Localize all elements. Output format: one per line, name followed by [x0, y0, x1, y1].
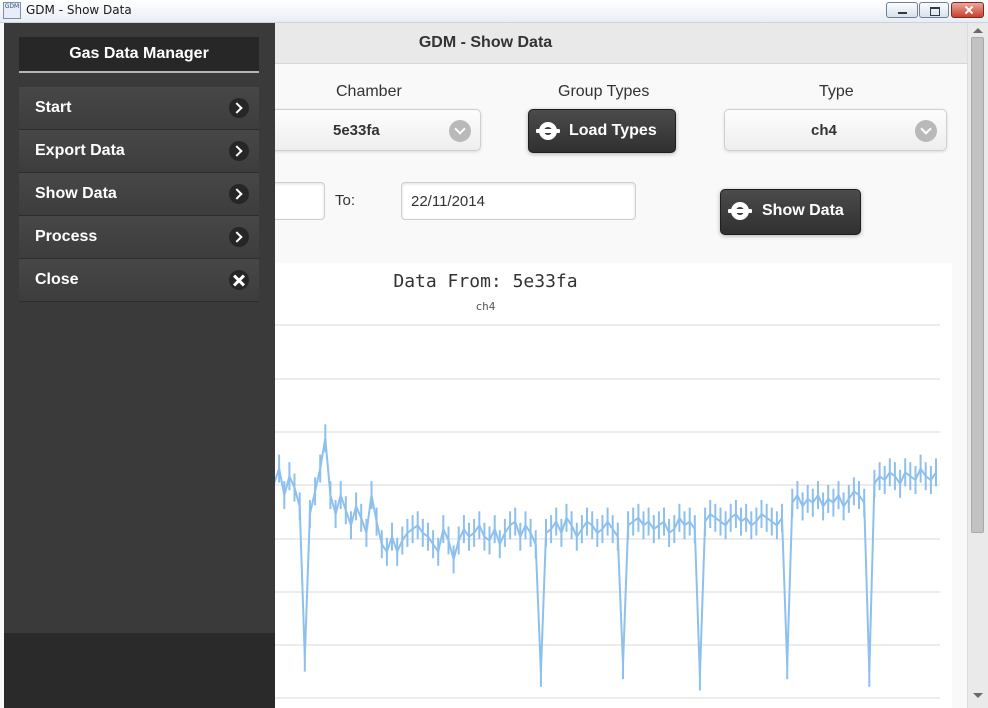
window-title: GDM - Show Data	[26, 3, 132, 17]
vertical-scrollbar[interactable]	[967, 23, 988, 708]
menu-item-label: Process	[35, 228, 98, 245]
menu-item-label: Start	[35, 99, 72, 116]
app-icon: GDM	[3, 2, 21, 19]
window-close-button[interactable]	[951, 2, 984, 18]
chevron-right-icon	[229, 141, 249, 161]
menu-item-label: Close	[35, 271, 79, 288]
menu-item-start[interactable]: Start	[19, 87, 259, 130]
to-label: To:	[335, 192, 356, 209]
window-titlebar: GDM GDM - Show Data	[0, 0, 988, 23]
load-types-button[interactable]: Load Types	[528, 109, 676, 153]
chevron-down-icon	[915, 120, 937, 142]
menu-item-export-data[interactable]: Export Data	[19, 130, 259, 173]
type-label: Type	[819, 83, 854, 100]
menu-item-process[interactable]: Process	[19, 216, 259, 259]
gear-icon	[728, 202, 752, 220]
type-select-value: ch4	[811, 122, 837, 139]
minimize-icon	[887, 3, 917, 17]
menu-item-label: Show Data	[35, 185, 117, 202]
chamber-select[interactable]: 5e33fa	[264, 109, 481, 151]
maximize-icon	[920, 3, 948, 17]
load-types-button-label: Load Types	[569, 122, 657, 139]
panel-title: Gas Data Manager	[69, 45, 209, 62]
series-line	[273, 438, 937, 677]
side-panel: Gas Data Manager Start Export Data Show …	[4, 23, 275, 708]
scroll-down-icon[interactable]	[973, 693, 983, 698]
maximize-button[interactable]	[919, 2, 949, 18]
show-data-button-label: Show Data	[762, 202, 844, 219]
menu-item-label: Export Data	[35, 142, 125, 159]
scroll-up-icon[interactable]	[973, 28, 983, 33]
chevron-right-icon	[229, 98, 249, 118]
panel-footer	[4, 633, 275, 708]
show-data-button[interactable]: Show Data	[720, 189, 861, 235]
app-icon-text: GDM	[4, 3, 20, 10]
to-date-value: 22/11/2014	[411, 193, 485, 210]
scroll-thumb[interactable]	[971, 37, 984, 533]
panel-header: Gas Data Manager	[19, 37, 259, 73]
type-select[interactable]: ch4	[724, 109, 947, 151]
chamber-select-value: 5e33fa	[333, 122, 380, 139]
close-icon	[229, 270, 249, 290]
menu-item-show-data[interactable]: Show Data	[19, 173, 259, 216]
group-types-label: Group Types	[558, 83, 650, 100]
chevron-right-icon	[229, 184, 249, 204]
chevron-down-icon	[449, 120, 471, 142]
chamber-label: Chamber	[336, 83, 402, 100]
close-icon	[952, 3, 983, 17]
chevron-right-icon	[229, 227, 249, 247]
menu-item-close[interactable]: Close	[19, 259, 259, 302]
side-menu: Start Export Data Show Data Process Clos…	[19, 87, 259, 302]
gear-icon	[536, 122, 560, 140]
to-date-input[interactable]: 22/11/2014	[401, 182, 636, 220]
minimize-button[interactable]	[886, 2, 918, 18]
